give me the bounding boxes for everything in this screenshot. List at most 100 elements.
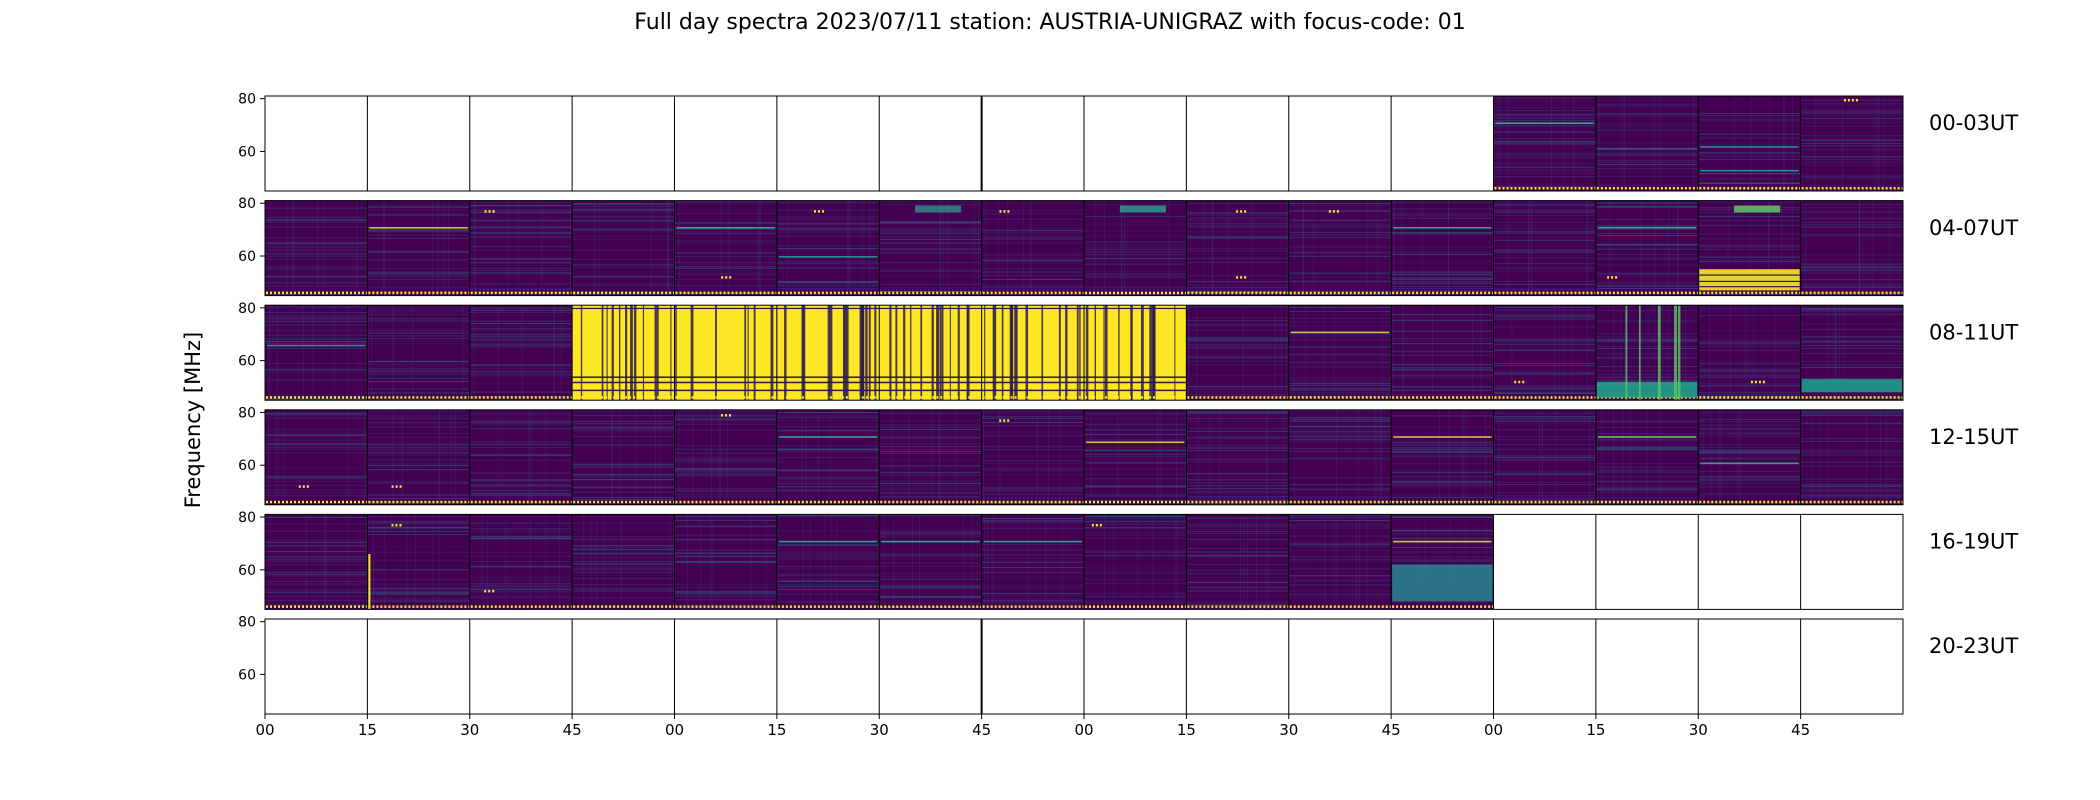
noise-band	[1186, 473, 1289, 475]
x-tick-label: 45	[1791, 721, 1810, 739]
noise-band	[572, 571, 675, 573]
calibration-dot	[1703, 500, 1706, 504]
noise-band	[1493, 270, 1596, 272]
calibration-dot	[1070, 291, 1073, 295]
calibration-dot	[368, 500, 371, 504]
calibration-dot	[1821, 187, 1824, 190]
noise-band	[1698, 478, 1801, 480]
noise-streak	[710, 409, 712, 505]
noise-band	[1186, 420, 1289, 422]
calibration-dot	[972, 291, 975, 295]
calibration-dot	[1494, 291, 1497, 295]
calibration-dot	[388, 500, 391, 504]
calibration-dot	[759, 396, 762, 399]
noise-band	[469, 368, 573, 369]
noise-band	[469, 576, 573, 578]
calibration-dot	[1472, 291, 1475, 295]
calibration-dot	[944, 500, 947, 504]
calibration-dot	[1608, 187, 1611, 190]
calibration-dot	[1885, 291, 1888, 295]
noise-band	[879, 262, 982, 264]
calibration-dot	[376, 291, 379, 295]
noise-band	[265, 516, 368, 518]
noise-band	[1186, 458, 1289, 460]
calibration-dot	[900, 396, 903, 399]
noise-band	[1493, 472, 1596, 474]
calibration-dot	[699, 291, 702, 295]
noise-streak	[372, 514, 374, 610]
calibration-dot	[1498, 500, 1501, 504]
calibration-dot	[1628, 500, 1631, 504]
noise-band	[879, 436, 982, 438]
calibration-dot	[1006, 396, 1009, 399]
calibration-dot	[1464, 500, 1467, 504]
calibration-dot	[1570, 291, 1573, 295]
noise-streak	[1358, 514, 1360, 610]
noise-streak	[620, 409, 622, 505]
calibration-dot	[1763, 396, 1766, 399]
noise-band	[674, 519, 777, 521]
calibration-dot	[294, 500, 296, 504]
burst-dot	[395, 485, 398, 488]
calibration-dot	[1133, 500, 1135, 504]
calibration-dot	[1590, 291, 1593, 295]
calibration-dot	[940, 396, 943, 399]
calibration-dot	[1582, 396, 1585, 399]
calibration-dot	[731, 605, 734, 608]
noise-band	[469, 441, 573, 443]
calibration-dot	[683, 605, 686, 608]
noise-band	[1084, 468, 1187, 470]
noise-band	[1698, 470, 1801, 472]
noise-band	[1493, 314, 1596, 316]
calibration-dot	[1436, 500, 1439, 504]
calibration-dot	[396, 605, 399, 608]
calibration-dot	[346, 500, 348, 504]
noise-band	[674, 551, 777, 553]
spectrogram-segment	[1595, 200, 1699, 296]
background	[265, 305, 368, 401]
calibration-dot	[1680, 291, 1683, 295]
noise-streak	[1283, 409, 1285, 505]
noise-band	[776, 430, 880, 432]
x-tick-label: 00	[665, 721, 684, 739]
calibration-dot	[1590, 187, 1593, 190]
noise-streak	[432, 200, 434, 296]
noise-streak	[1380, 409, 1382, 505]
calibration-dot	[1259, 605, 1262, 608]
calibration-dot	[865, 291, 868, 295]
calibration-dot	[266, 396, 268, 399]
noise-band	[776, 282, 880, 284]
calibration-dot	[691, 291, 694, 295]
noise-band	[776, 568, 880, 569]
noise-band	[1288, 525, 1392, 527]
calibration-dot	[1562, 187, 1565, 190]
noise-band	[572, 249, 675, 251]
noise-band	[981, 587, 1084, 589]
interference-stripe	[827, 305, 830, 401]
noise-band	[981, 455, 1084, 457]
noise-band	[1800, 178, 1903, 180]
calibration-dot	[1472, 500, 1475, 504]
calibration-dot	[428, 396, 431, 399]
spectrogram-segment	[265, 514, 368, 610]
noise-band	[1800, 111, 1903, 113]
noise-band	[469, 262, 573, 264]
calibration-dot	[436, 291, 439, 295]
calibration-dot	[637, 396, 640, 399]
noise-streak	[984, 514, 985, 610]
calibration-dot	[1869, 187, 1872, 190]
calibration-dot	[1542, 396, 1545, 399]
spectrogram-segment	[572, 514, 676, 610]
noise-band	[1698, 451, 1801, 453]
noise-streak	[1737, 409, 1739, 505]
calibration-dot	[849, 291, 852, 295]
noise-band	[265, 282, 368, 284]
noise-band	[1288, 584, 1392, 585]
interference-stripe	[633, 305, 637, 401]
noise-band	[1800, 411, 1903, 413]
noise-band	[367, 501, 470, 503]
noise-band	[1186, 529, 1289, 531]
calibration-dot	[1313, 291, 1316, 295]
noise-band	[1493, 313, 1596, 315]
noise-band	[265, 276, 368, 278]
